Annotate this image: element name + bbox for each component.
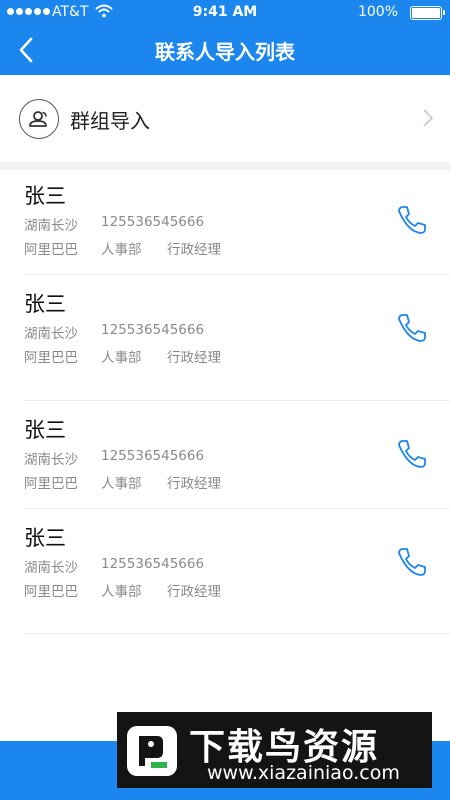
contact-department: 人事部 bbox=[101, 476, 142, 492]
chevron-right-icon bbox=[423, 109, 434, 127]
phone-call-icon[interactable] bbox=[396, 438, 428, 470]
contact-department: 人事部 bbox=[101, 584, 142, 600]
contact-company: 阿里巴巴 bbox=[24, 242, 78, 258]
phone-call-icon[interactable] bbox=[396, 204, 428, 236]
contact-location: 湖南长沙 bbox=[24, 560, 78, 576]
watermark-banner: 下载鸟资源 www.xiazainiao.com bbox=[117, 712, 432, 788]
contact-name: 张三 bbox=[24, 292, 66, 316]
battery-percent: 100% bbox=[357, 4, 398, 20]
contact-name: 张三 bbox=[24, 418, 66, 442]
contact-location: 湖南长沙 bbox=[24, 452, 78, 468]
nav-bar: 联系人导入列表 bbox=[0, 26, 450, 75]
group-import-label: 群组导入 bbox=[70, 109, 150, 133]
contact-department: 人事部 bbox=[101, 242, 142, 258]
contact-department: 人事部 bbox=[101, 350, 142, 366]
row-divider bbox=[24, 633, 450, 634]
bird-logo-icon bbox=[127, 726, 177, 776]
status-bar: AT&T 9:41 AM 100% bbox=[0, 0, 450, 26]
section-separator bbox=[0, 162, 450, 170]
contact-location: 湖南长沙 bbox=[24, 326, 78, 342]
group-import-row[interactable]: 群组导入 bbox=[0, 75, 450, 162]
contact-company: 阿里巴巴 bbox=[24, 350, 78, 366]
contact-position: 行政经理 bbox=[167, 584, 221, 600]
row-divider bbox=[24, 400, 450, 401]
contact-position: 行政经理 bbox=[167, 242, 221, 258]
phone-call-icon[interactable] bbox=[396, 546, 428, 578]
row-divider bbox=[24, 274, 450, 275]
contact-position: 行政经理 bbox=[167, 476, 221, 492]
contact-position: 行政经理 bbox=[167, 350, 221, 366]
contact-name: 张三 bbox=[24, 526, 66, 550]
contact-location: 湖南长沙 bbox=[24, 218, 78, 234]
phone-call-icon[interactable] bbox=[396, 312, 428, 344]
contact-phone: 125536545666 bbox=[101, 448, 205, 464]
header: AT&T 9:41 AM 100% 联系人导入列表 bbox=[0, 0, 450, 75]
battery-icon bbox=[410, 6, 445, 20]
watermark-url: www.xiazainiao.com bbox=[207, 762, 400, 784]
contact-phone: 125536545666 bbox=[101, 556, 205, 572]
group-icon bbox=[19, 99, 59, 139]
contact-company: 阿里巴巴 bbox=[24, 476, 78, 492]
contact-name: 张三 bbox=[24, 184, 66, 208]
contact-company: 阿里巴巴 bbox=[24, 584, 78, 600]
contact-phone: 125536545666 bbox=[101, 322, 205, 338]
contact-phone: 125536545666 bbox=[101, 214, 205, 230]
row-divider bbox=[24, 508, 450, 509]
page-title: 联系人导入列表 bbox=[155, 40, 295, 64]
